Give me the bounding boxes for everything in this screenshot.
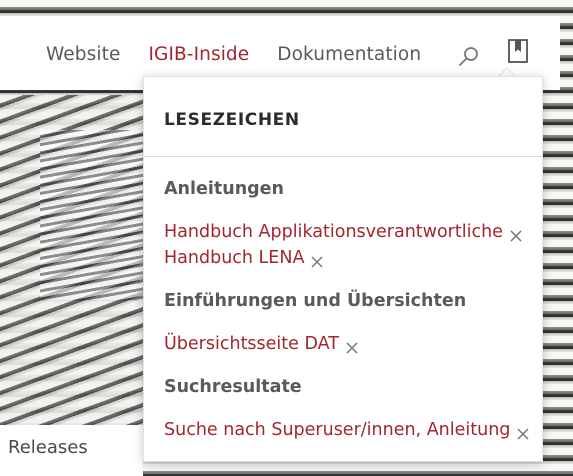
bookmarks-title: LESEZEICHEN — [164, 110, 300, 130]
bookmark-item: Handbuch LENA — [164, 245, 534, 271]
bookmark-link-handbuch-lena[interactable]: Handbuch LENA — [164, 245, 304, 271]
bookmark-group-einfuehrungen: Einführungen und Übersichten Übersichtss… — [164, 291, 534, 357]
bookmark-item: Handbuch Applikationsverantwortliche — [164, 219, 534, 245]
bookmark-icon[interactable] — [506, 38, 530, 66]
bookmark-link-uebersichtsseite-dat[interactable]: Übersichtsseite DAT — [164, 331, 339, 357]
nav-item-dokumentation[interactable]: Dokumentation — [277, 44, 421, 65]
bookmark-item: Übersichtsseite DAT — [164, 331, 534, 357]
nav-item-igib-inside[interactable]: IGIB-Inside — [148, 44, 249, 65]
close-icon[interactable] — [310, 251, 324, 268]
bookmark-group-title: Einführungen und Übersichten — [164, 291, 467, 311]
bookmarks-header: LESEZEICHEN — [144, 77, 542, 157]
bookmark-group-title: Anleitungen — [164, 179, 285, 199]
close-icon[interactable] — [345, 337, 359, 354]
search-icon[interactable] — [457, 45, 481, 69]
close-icon[interactable] — [509, 225, 523, 242]
bookmark-group-suchresultate: Suchresultate Suche nach Superuser/innen… — [164, 377, 534, 443]
bookmark-item: Suche nach Superuser/innen, Anleitung — [164, 417, 534, 443]
bookmark-link-handbuch-applikationsverantwortliche[interactable]: Handbuch Applikationsverantwortliche — [164, 219, 503, 245]
hero-image-shade — [40, 130, 150, 300]
releases-label[interactable]: Releases — [8, 437, 88, 458]
bookmark-group-title: Suchresultate — [164, 377, 302, 397]
bookmarks-dropdown: LESEZEICHEN Anleitungen Handbuch Applika… — [143, 76, 543, 462]
bookmarks-list: Anleitungen Handbuch Applikationsverantw… — [164, 179, 534, 463]
nav-item-website[interactable]: Website — [46, 44, 120, 65]
main-nav: Website IGIB-Inside Dokumentation — [46, 44, 421, 65]
bookmark-group-anleitungen: Anleitungen Handbuch Applikationsverantw… — [164, 179, 534, 271]
close-icon[interactable] — [516, 423, 530, 440]
bookmark-link-suche-superuser[interactable]: Suche nach Superuser/innen, Anleitung — [164, 417, 510, 443]
